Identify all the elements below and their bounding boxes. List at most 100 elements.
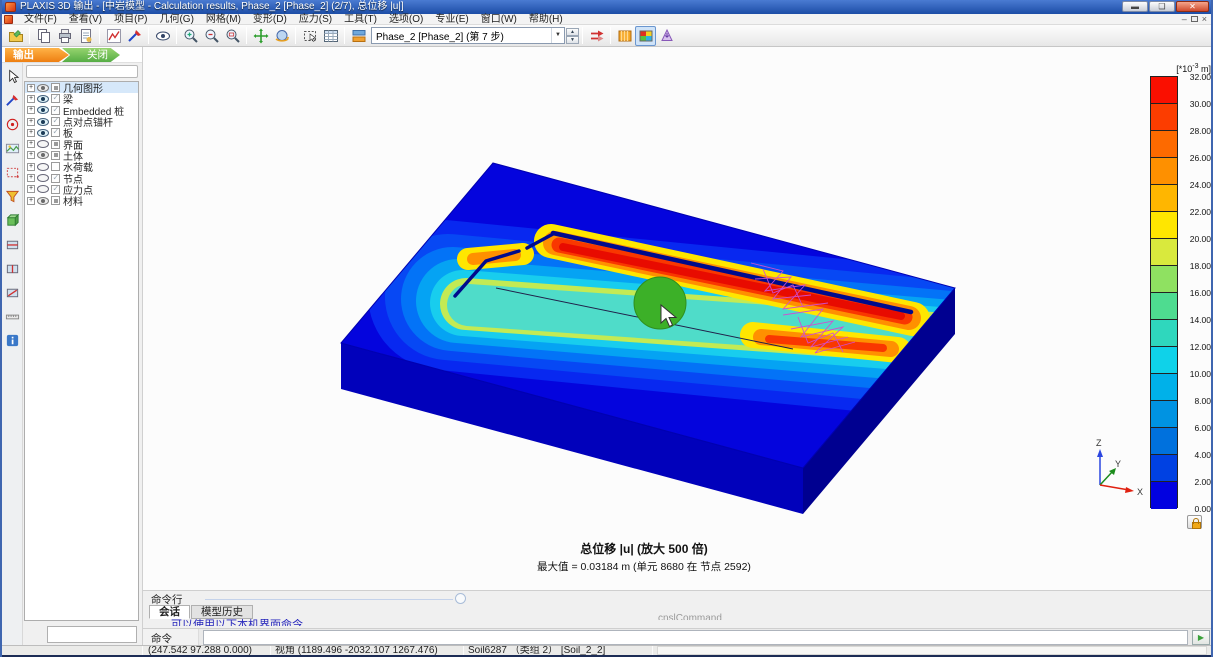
visibility-eye-icon[interactable] xyxy=(37,106,49,114)
command-input[interactable] xyxy=(203,630,1188,645)
tab-close[interactable]: 关闭 xyxy=(62,48,120,62)
mdi-restore-button[interactable] xyxy=(1191,16,1198,22)
visibility-eye-icon[interactable] xyxy=(37,174,49,182)
tree-checkbox[interactable] xyxy=(51,117,60,126)
expand-icon[interactable]: + xyxy=(27,95,35,103)
visibility-eye-icon[interactable] xyxy=(37,197,49,205)
visibility-eye-icon[interactable] xyxy=(37,118,49,126)
tree-checkbox[interactable] xyxy=(51,162,60,171)
expand-icon[interactable]: + xyxy=(27,129,35,137)
zoom-in-button[interactable] xyxy=(180,26,201,46)
tree-checkbox[interactable] xyxy=(51,83,60,92)
menu-item-10[interactable]: 专业(E) xyxy=(429,14,474,25)
hide-items-button[interactable] xyxy=(152,26,173,46)
step-down-button[interactable]: ▼ xyxy=(566,36,579,44)
menu-item-12[interactable]: 帮助(H) xyxy=(523,14,569,25)
info-button[interactable] xyxy=(2,330,22,351)
vertical-slice-button[interactable] xyxy=(2,258,22,279)
step-up-button[interactable]: ▲ xyxy=(566,28,579,36)
tree-checkbox[interactable] xyxy=(51,185,60,194)
visibility-eye-icon[interactable] xyxy=(37,84,49,92)
contour-lines-toggle[interactable] xyxy=(635,26,656,46)
visibility-eye-icon[interactable] xyxy=(37,163,49,171)
tree-checkbox[interactable] xyxy=(51,128,60,137)
mdi-close-button[interactable]: × xyxy=(1202,14,1207,25)
select-window-button[interactable] xyxy=(2,162,22,183)
copy-button[interactable] xyxy=(33,26,54,46)
menu-item-1[interactable]: 文件(F) xyxy=(18,14,63,25)
select-structures-button[interactable] xyxy=(299,26,320,46)
cross-section-tool-button[interactable] xyxy=(2,90,22,111)
zoom-out-button[interactable] xyxy=(201,26,222,46)
expand-icon[interactable]: + xyxy=(27,106,35,114)
visibility-eye-icon[interactable] xyxy=(37,185,49,193)
explorer-filter-input[interactable] xyxy=(26,65,138,78)
select-points-button[interactable] xyxy=(2,114,22,135)
visibility-eye-icon[interactable] xyxy=(37,151,49,159)
report-button[interactable] xyxy=(75,26,96,46)
tree-checkbox[interactable] xyxy=(51,94,60,103)
model-viewport[interactable]: Z Y X 总位移 |u| (放大 500 倍) 最大值 = 0.03184 m… xyxy=(142,47,1213,590)
visibility-eye-icon[interactable] xyxy=(37,129,49,137)
volumes-button[interactable] xyxy=(2,210,22,231)
menu-item-3[interactable]: 项目(P) xyxy=(108,14,153,25)
partial-geometry-button[interactable] xyxy=(2,138,22,159)
menu-item-11[interactable]: 窗口(W) xyxy=(475,14,523,25)
menu-item-7[interactable]: 应力(S) xyxy=(293,14,338,25)
tree-item-0[interactable]: +几何图形 xyxy=(25,82,138,93)
free-slice-button[interactable] xyxy=(2,282,22,303)
expand-icon[interactable]: + xyxy=(27,185,35,193)
splitter-knob[interactable] xyxy=(455,593,466,604)
select-tool-button[interactable] xyxy=(2,66,22,87)
menu-item-5[interactable]: 网格(M) xyxy=(200,14,247,25)
model-3d[interactable]: Z Y X xyxy=(143,47,1213,590)
curves-button[interactable] xyxy=(103,26,124,46)
maximize-button[interactable]: ❑ xyxy=(1149,1,1175,12)
visibility-eye-icon[interactable] xyxy=(37,140,49,148)
perspective-button[interactable] xyxy=(271,26,292,46)
menu-item-2[interactable]: 查看(V) xyxy=(63,14,108,25)
visibility-eye-icon[interactable] xyxy=(37,95,49,103)
ruler-button[interactable] xyxy=(2,306,22,327)
tree-checkbox[interactable] xyxy=(51,140,60,149)
cross-section-button[interactable] xyxy=(124,26,145,46)
tree-checkbox[interactable] xyxy=(51,196,60,205)
chevron-down-icon[interactable]: ▼ xyxy=(551,28,564,43)
tree-checkbox[interactable] xyxy=(51,151,60,160)
vectors-toggle[interactable] xyxy=(656,26,677,46)
menu-item-6[interactable]: 变形(D) xyxy=(247,14,293,25)
tree-checkbox[interactable] xyxy=(51,106,60,115)
table-button[interactable] xyxy=(320,26,341,46)
expand-icon[interactable]: + xyxy=(27,151,35,159)
open-button[interactable] xyxy=(5,26,26,46)
tree-item-10[interactable]: +材料 xyxy=(25,195,138,206)
tree-checkbox[interactable] xyxy=(51,174,60,183)
expand-icon[interactable]: + xyxy=(27,140,35,148)
close-button[interactable]: ✕ xyxy=(1176,1,1209,12)
tab-output[interactable]: 输出 xyxy=(5,48,69,62)
filter-button[interactable] xyxy=(2,186,22,207)
menu-item-4[interactable]: 几何(G) xyxy=(153,14,199,25)
mdi-minimize-button[interactable]: – xyxy=(1182,14,1187,25)
menu-item-9[interactable]: 选项(O) xyxy=(383,14,429,25)
axis-x-label: X xyxy=(1137,487,1143,497)
expand-icon[interactable]: + xyxy=(27,118,35,126)
phases-button[interactable] xyxy=(348,26,369,46)
minimize-button[interactable]: ▬ xyxy=(1122,1,1148,12)
legend-lock-button[interactable] xyxy=(1187,515,1202,529)
run-command-button[interactable]: ▶ xyxy=(1192,630,1210,645)
menu-item-8[interactable]: 工具(T) xyxy=(338,14,383,25)
print-button[interactable] xyxy=(54,26,75,46)
expand-icon[interactable]: + xyxy=(27,174,35,182)
reset-view-button[interactable] xyxy=(250,26,271,46)
zoom-rectangle-button[interactable] xyxy=(222,26,243,46)
horizontal-slice-button[interactable] xyxy=(2,234,22,255)
phase-selector-dropdown[interactable]: Phase_2 [Phase_2] (第 7 步) ▼ xyxy=(371,27,565,44)
tab-model-history[interactable]: 模型历史 xyxy=(191,605,253,619)
tab-session[interactable]: 会话 xyxy=(149,605,190,619)
expand-icon[interactable]: + xyxy=(27,84,35,92)
expand-icon[interactable]: + xyxy=(27,197,35,205)
expand-icon[interactable]: + xyxy=(27,163,35,171)
shadings-toggle[interactable] xyxy=(614,26,635,46)
deformed-mesh-toggle[interactable] xyxy=(586,26,607,46)
